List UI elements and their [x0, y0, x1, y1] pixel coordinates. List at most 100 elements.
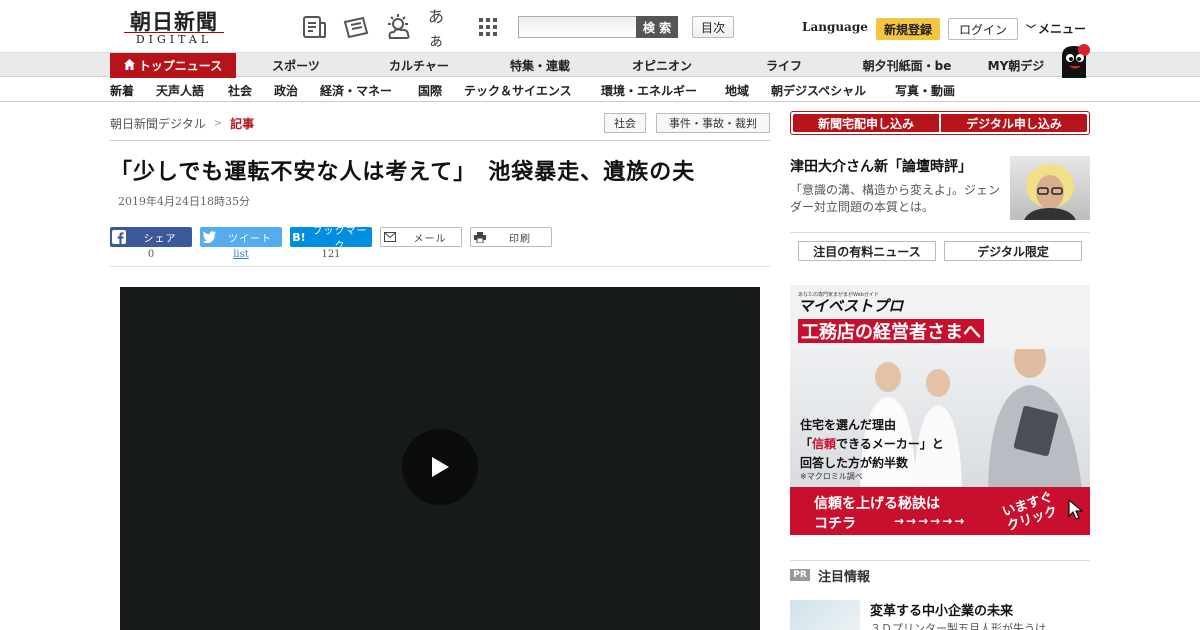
digital-subscribe-button[interactable]: デジタル申し込み	[941, 114, 1087, 132]
pr-section-title: 注目情報	[818, 570, 871, 585]
nav-item-label: トップニュース	[138, 59, 223, 73]
search-input[interactable]	[518, 16, 636, 38]
play-button[interactable]	[402, 429, 478, 505]
twitter-list-link[interactable]: list	[200, 249, 282, 260]
login-button[interactable]: ログイン	[948, 18, 1018, 40]
pr-badge: PR	[790, 569, 810, 581]
site-header: 朝日新聞 DIGITAL あぁ 検 索 目次 Language 新規登録 ログイ…	[0, 0, 1200, 52]
printer-icon	[471, 227, 489, 247]
bookmark-label: ブックマーク	[312, 226, 368, 252]
subnav-latest[interactable]: 新着	[110, 82, 134, 99]
grid-menu-icon[interactable]	[473, 12, 503, 42]
ad-cta-text: コチラ	[814, 516, 856, 532]
newspaper-icon[interactable]	[299, 12, 329, 42]
divider	[110, 140, 770, 141]
nav-item-my-asahi[interactable]: MY朝デジ	[976, 53, 1056, 78]
hatena-icon: B!	[292, 230, 306, 244]
promo-text[interactable]: 「意識の溝、構造から変えよ」。ジェンダー対立問題の本質とは。	[790, 182, 1004, 216]
twitter-share-button[interactable]: ツイート	[200, 227, 282, 247]
search-button[interactable]: 検 索	[636, 16, 678, 38]
ad-brand: マイベストプロ	[798, 297, 904, 315]
ad-cta-text: 信頼を上げる秘訣は	[814, 496, 940, 512]
tag-society[interactable]: 社会	[604, 113, 646, 133]
breadcrumb: 朝日新聞デジタル > 記事	[110, 115, 254, 132]
divider	[110, 266, 770, 267]
ad-copy: 「信頼できるメーカー」と	[800, 435, 944, 452]
video-player[interactable]	[120, 287, 760, 630]
logo-sub-text: DIGITAL	[135, 33, 213, 46]
promo-portrait-image[interactable]	[1010, 156, 1090, 220]
nav-item-features[interactable]: 特集・連載	[490, 53, 590, 78]
register-button[interactable]: 新規登録	[876, 18, 940, 40]
ad-copy-highlight: 信頼	[812, 437, 837, 451]
subnav-tech-science[interactable]: テック＆サイエンス	[464, 82, 572, 99]
ad-click-text: いますぐ クリック	[1001, 490, 1060, 535]
tweet-label: ツイート	[228, 233, 272, 245]
toc-button[interactable]: 目次	[692, 16, 734, 38]
hatena-bookmark-button[interactable]: B! ブックマーク	[290, 226, 372, 252]
subnav-economy[interactable]: 経済・マネー	[320, 82, 392, 99]
article-date: 2019年4月24日18時35分	[118, 195, 250, 208]
secondary-nav: 新着 天声人語 社会 政治 経済・マネー 国際 テック＆サイエンス 環境・エネル…	[0, 78, 1200, 102]
subnav-environment[interactable]: 環境・エネルギー	[601, 82, 697, 99]
menu-button[interactable]: ﹀ メニュー	[1026, 20, 1086, 37]
paper-subscribe-button[interactable]: 新聞宅配申し込み	[793, 114, 939, 132]
breadcrumb-home[interactable]: 朝日新聞デジタル	[110, 115, 206, 132]
chevron-down-icon: ﹀	[1026, 25, 1036, 36]
font-size-icon[interactable]: あぁ	[428, 7, 458, 50]
tab-premium-news[interactable]: 注目の有料ニュース	[798, 241, 936, 261]
mail-label: メール	[413, 233, 447, 245]
nav-item-opinion[interactable]: オピニオン	[612, 53, 712, 78]
nav-item-paper[interactable]: 朝夕刊紙面・be	[852, 53, 962, 78]
mail-button[interactable]: メール	[380, 227, 462, 247]
breadcrumb-separator: >	[213, 118, 223, 129]
tag-incidents[interactable]: 事件・事故・裁判	[656, 113, 770, 133]
font-size-label: あぁ	[428, 7, 445, 50]
subnav-tenseijingo[interactable]: 天声人語	[156, 82, 204, 99]
pr-thumbnail[interactable]	[790, 600, 860, 630]
nav-item-sports[interactable]: スポーツ	[246, 53, 346, 78]
cursor-icon	[1068, 499, 1084, 520]
nav-item-top-news[interactable]: トップニュース	[110, 53, 236, 78]
ad-headline: 工務店の経営者さまへ	[798, 319, 984, 343]
language-link[interactable]: Language	[802, 20, 868, 34]
subnav-special[interactable]: 朝デジスペシャル	[771, 82, 866, 99]
twitter-icon	[200, 227, 218, 247]
menu-button-label: メニュー	[1038, 22, 1087, 36]
promo-title[interactable]: 津田大介さん新「論壇時評」	[790, 156, 972, 176]
pr-article-sub: ３Ｄプリンター製五月人形が失うけ	[870, 622, 1046, 630]
pr-article-title[interactable]: 変革する中小企業の未来	[870, 600, 1013, 619]
mascot-icon[interactable]	[1058, 42, 1092, 78]
print-button[interactable]: 印刷	[470, 227, 552, 247]
subnav-region[interactable]: 地域	[725, 82, 749, 99]
play-icon	[432, 457, 449, 477]
print-label: 印刷	[509, 233, 531, 245]
subnav-politics[interactable]: 政治	[274, 82, 298, 99]
site-logo[interactable]: 朝日新聞 DIGITAL	[116, 6, 232, 48]
ad-copy-part: できるメーカー」と	[836, 437, 944, 451]
tab-digital-only[interactable]: デジタル限定	[944, 241, 1082, 261]
divider	[790, 560, 1090, 561]
subnav-photo-video[interactable]: 写真・動画	[895, 82, 955, 99]
ticket-icon[interactable]	[341, 12, 371, 42]
nav-item-culture[interactable]: カルチャー	[369, 53, 469, 78]
primary-nav: トップニュース スポーツ カルチャー 特集・連載 オピニオン ライフ 朝夕刊紙面…	[0, 52, 1200, 78]
divider	[790, 232, 1090, 233]
ad-cta-bar[interactable]: 信頼を上げる秘訣は コチラ →→→→→→ いますぐ クリック	[790, 487, 1090, 535]
subnav-society[interactable]: 社会	[228, 82, 252, 99]
ad-copy-part: 「	[800, 437, 813, 451]
ad-note: ※マクロミル調べ	[800, 472, 863, 481]
facebook-icon	[110, 227, 128, 247]
weather-icon[interactable]	[384, 12, 414, 42]
nav-item-life[interactable]: ライフ	[734, 53, 834, 78]
breadcrumb-current[interactable]: 記事	[230, 115, 254, 132]
hatena-bookmark-count: 121	[321, 249, 341, 260]
advertisement-banner[interactable]: あなたの専門家まがまがWebガイド マイベストプロ 工務店の経営者さまへ 住宅を…	[790, 285, 1090, 535]
home-icon	[123, 58, 135, 73]
subscription-buttons: 新聞宅配申し込み デジタル申し込み	[790, 111, 1090, 135]
article-headline: 「少しでも運転不安な人は考えて」 池袋暴走、遺族の夫	[110, 160, 696, 185]
ad-copy: 住宅を選んだ理由	[800, 418, 897, 432]
facebook-share-button[interactable]: シェア	[110, 227, 192, 247]
ad-copy: 回答した方が約半数	[800, 456, 909, 470]
subnav-international[interactable]: 国際	[418, 82, 442, 99]
